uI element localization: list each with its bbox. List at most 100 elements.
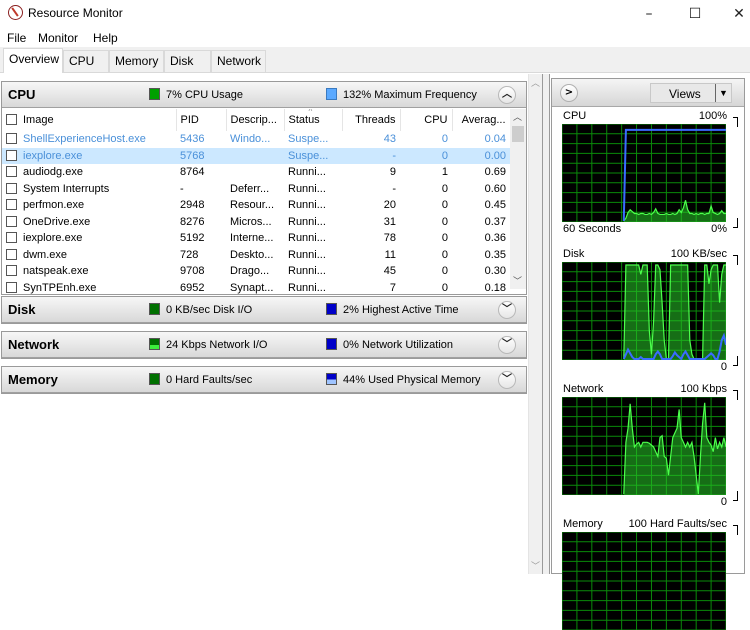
column-header-image[interactable]: Image bbox=[2, 109, 177, 131]
scroll-up-icon[interactable]: ︿ bbox=[513, 110, 522, 123]
table-row[interactable]: perfmon.exe 2948 Resour... Runni... 20 0 0.45 bbox=[2, 197, 510, 214]
menu-help[interactable]: Help bbox=[93, 31, 118, 45]
scroll-up-icon[interactable]: ︿ bbox=[531, 76, 540, 89]
process-status: Runni... bbox=[288, 248, 326, 261]
views-button[interactable]: Views ▼ bbox=[650, 83, 732, 103]
network-section-header[interactable]: Network 24 Kbps Network I/O 0% Network U… bbox=[2, 332, 526, 358]
column-header-pid[interactable]: PID bbox=[176, 109, 227, 131]
blue-indicator-icon bbox=[326, 373, 337, 385]
column-header-threads[interactable]: Threads bbox=[342, 109, 401, 131]
tab-memory[interactable]: Memory bbox=[109, 50, 164, 72]
table-row[interactable]: OneDrive.exe 8276 Micros... Runni... 31 0 0.37 bbox=[2, 214, 510, 231]
process-checkbox[interactable] bbox=[6, 166, 17, 178]
process-cpu: 0 bbox=[441, 248, 448, 261]
graph-title: CPU bbox=[563, 110, 587, 122]
chevron-right-icon[interactable]: > bbox=[560, 84, 578, 102]
disk-section-header[interactable]: Disk 0 KB/sec Disk I/O 2% Highest Active… bbox=[2, 297, 526, 323]
process-checkbox[interactable] bbox=[6, 265, 17, 277]
table-row[interactable]: SynTPEnh.exe 6952 Synapt... Runni... 7 0 0.18 bbox=[2, 280, 510, 297]
left-pane-scrollbar[interactable]: ︿ ﹀ bbox=[528, 74, 542, 574]
graph-title: Disk bbox=[563, 248, 585, 260]
menu-bar: File Monitor Help bbox=[0, 29, 750, 47]
close-button[interactable]: ✕ bbox=[726, 4, 750, 24]
tab-bar: Overview CPU Memory Disk Network bbox=[0, 47, 750, 73]
process-pid: 728 bbox=[180, 248, 199, 261]
process-pid: - bbox=[180, 182, 184, 195]
process-status: Runni... bbox=[288, 281, 326, 294]
scale-bracket bbox=[733, 525, 738, 535]
table-row[interactable]: System Interrupts - Deferr... Runni... -0 0.6… bbox=[2, 181, 510, 198]
tab-overview[interactable]: Overview bbox=[3, 48, 63, 73]
scale-bracket bbox=[733, 218, 738, 228]
graph-footer: 0 bbox=[562, 491, 742, 510]
tab-network[interactable]: Network bbox=[211, 50, 266, 72]
table-row[interactable]: iexplore.exe 5768 Suspe... -0 0.00 bbox=[2, 147, 510, 164]
resource-monitor-app-icon bbox=[8, 5, 23, 20]
table-row[interactable]: audiodg.exe 8764 Runni... 9 1 0.69 bbox=[2, 164, 510, 181]
scroll-down-icon[interactable]: ﹀ bbox=[531, 559, 540, 572]
process-average-cpu: 0.60 bbox=[484, 182, 506, 195]
process-cpu: 0 bbox=[441, 265, 448, 278]
cpu-usage-stat: 7% CPU Usage bbox=[149, 88, 243, 101]
graphs-panel-header: > Views ▼ bbox=[552, 79, 744, 107]
chevron-down-icon[interactable]: ﹀ bbox=[498, 301, 516, 319]
process-average-cpu: 0.35 bbox=[484, 248, 506, 261]
disk-section-title: Disk bbox=[8, 302, 36, 317]
process-image: audiodg.exe bbox=[2, 164, 176, 181]
hard-faults-stat: 0 Hard Faults/sec bbox=[149, 373, 252, 386]
dropdown-arrow-icon[interactable]: ▼ bbox=[715, 84, 731, 102]
tab-disk[interactable]: Disk bbox=[164, 50, 211, 72]
table-row[interactable]: iexplore.exe 5192 Interne... Runni... 78 0 0.3… bbox=[2, 230, 510, 247]
scroll-down-icon[interactable]: ﹀ bbox=[513, 274, 522, 287]
column-header-description[interactable]: Descrip... bbox=[226, 109, 285, 131]
chevron-down-icon[interactable]: ﹀ bbox=[498, 371, 516, 389]
window-title: Resource Monitor bbox=[28, 6, 123, 20]
process-threads: - bbox=[342, 147, 400, 164]
minimize-button[interactable]: – bbox=[636, 4, 662, 24]
scrollbar-thumb[interactable] bbox=[512, 126, 524, 142]
process-threads: 20 bbox=[383, 199, 396, 212]
graph-max-label: 100 Kbps bbox=[680, 383, 727, 395]
process-description: Drago... bbox=[230, 265, 270, 278]
menu-monitor[interactable]: Monitor bbox=[38, 31, 78, 45]
cpu-section-header[interactable]: CPU 7% CPU Usage 132% Maximum Frequency … bbox=[2, 82, 526, 108]
process-table-scrollbar[interactable]: ︿ ﹀ bbox=[510, 109, 526, 289]
tab-cpu[interactable]: CPU bbox=[63, 50, 109, 72]
process-checkbox[interactable] bbox=[6, 182, 17, 194]
process-cpu: 0 bbox=[441, 281, 448, 294]
process-checkbox[interactable] bbox=[6, 281, 17, 293]
scale-bracket bbox=[733, 356, 738, 366]
process-checkbox[interactable] bbox=[6, 133, 17, 145]
max-frequency-text: 132% Maximum Frequency bbox=[343, 89, 477, 101]
process-checkbox[interactable] bbox=[6, 149, 17, 161]
menu-file[interactable]: File bbox=[7, 31, 26, 45]
column-header-cpu[interactable]: CPU bbox=[400, 109, 453, 131]
pane-splitter[interactable] bbox=[542, 74, 550, 574]
chevron-up-icon[interactable]: ︿ bbox=[498, 86, 516, 104]
column-header-status[interactable]: ^ Status bbox=[284, 109, 343, 131]
table-row[interactable]: ShellExperienceHost.exe 5436 Windo... Suspe… bbox=[2, 131, 510, 148]
process-checkbox[interactable] bbox=[6, 232, 17, 244]
disk-io-stat: 0 KB/sec Disk I/O bbox=[149, 303, 252, 316]
process-description bbox=[226, 164, 284, 181]
memory-section-header[interactable]: Memory 0 Hard Faults/sec 44% Used Physic… bbox=[2, 367, 526, 393]
process-average-cpu: 0.45 bbox=[484, 199, 506, 212]
process-checkbox[interactable] bbox=[6, 199, 17, 211]
process-checkbox[interactable] bbox=[6, 215, 17, 227]
select-all-checkbox[interactable] bbox=[6, 114, 17, 125]
process-image: OneDrive.exe bbox=[2, 214, 176, 231]
process-threads: 78 bbox=[383, 232, 396, 245]
maximize-button[interactable]: ☐ bbox=[682, 4, 708, 24]
process-description: Interne... bbox=[230, 232, 274, 245]
column-header-average[interactable]: Averag... bbox=[452, 109, 511, 131]
process-threads: - bbox=[392, 182, 396, 195]
process-threads: 11 bbox=[384, 248, 396, 261]
network-section: Network 24 Kbps Network I/O 0% Network U… bbox=[1, 331, 527, 359]
table-row[interactable]: natspeak.exe 9708 Drago... Runni... 45 0 0.30 bbox=[2, 263, 510, 280]
process-status: Runni... bbox=[288, 182, 326, 195]
process-checkbox[interactable] bbox=[6, 248, 17, 260]
process-cpu: 0 bbox=[441, 215, 448, 228]
chevron-down-icon[interactable]: ﹀ bbox=[498, 336, 516, 354]
graph-footer: 60 Seconds 0% bbox=[562, 218, 742, 237]
table-row[interactable]: dwm.exe 728 Deskto... Runni... 11 0 0.35 bbox=[2, 247, 510, 264]
